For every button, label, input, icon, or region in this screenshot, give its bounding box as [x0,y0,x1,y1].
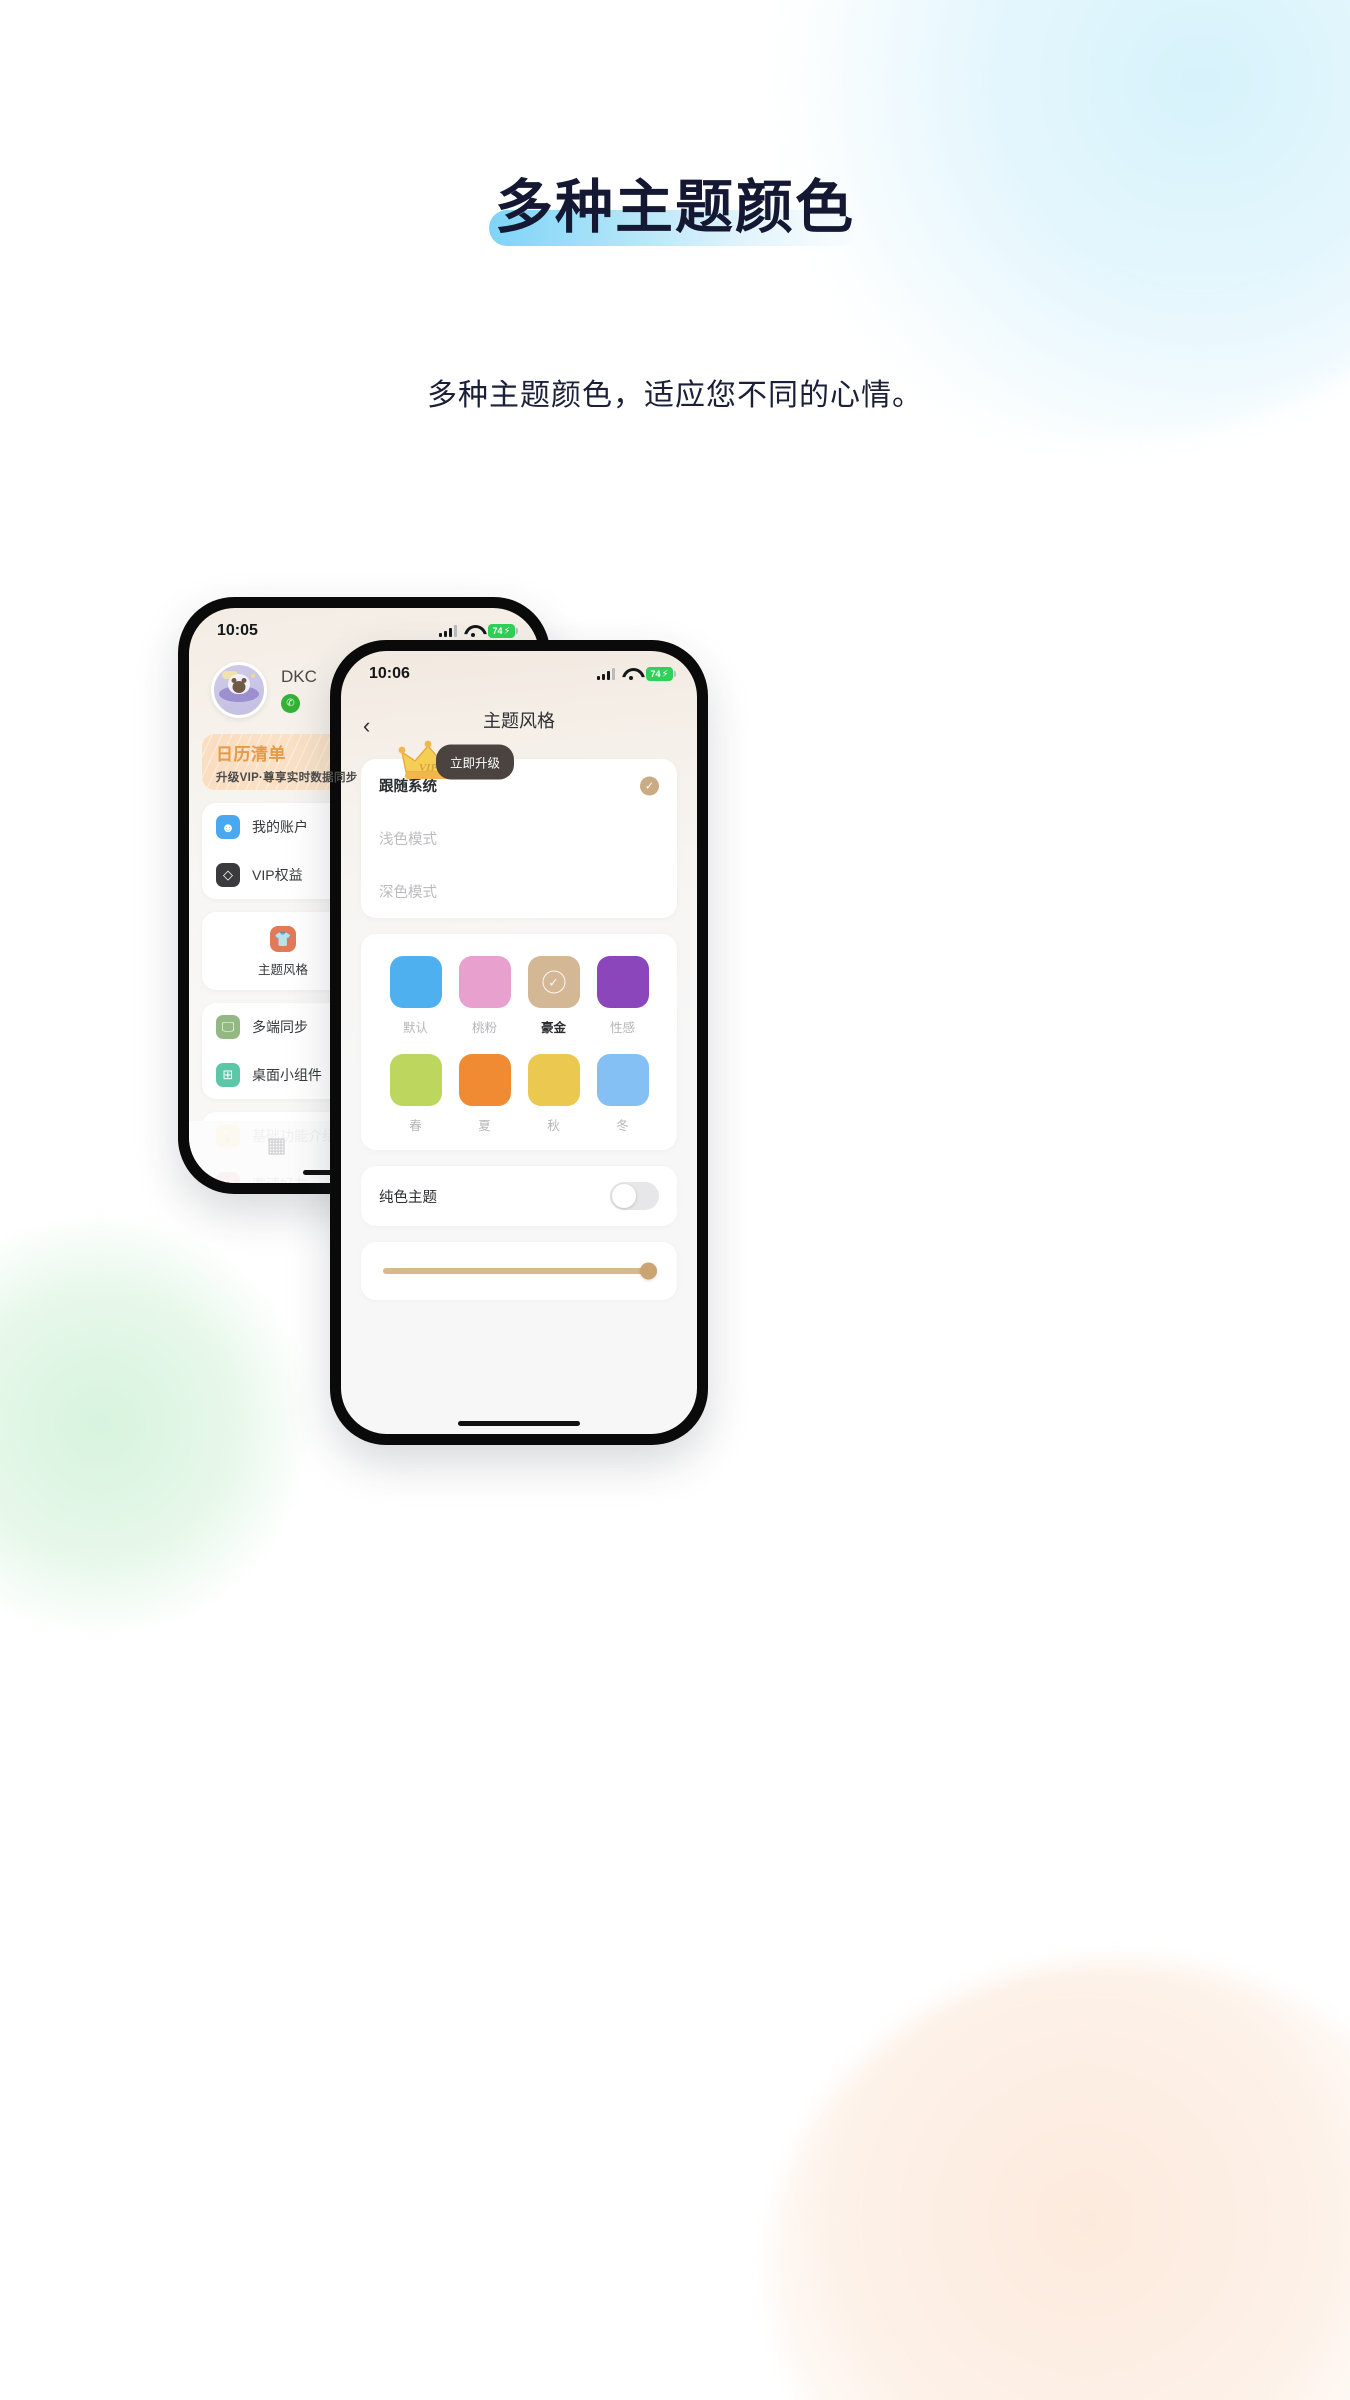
color-swatch[interactable] [596,956,649,1008]
hero-headline: 多种主题颜色 [488,160,861,246]
check-circle-icon: ✓ [542,970,565,994]
hero-headline-wrap: 多种主题颜色 [0,160,1350,246]
swatch-label-summer: 夏 [478,1119,491,1133]
menu-label-account: 我的账户 [252,819,308,835]
mode-option-light[interactable]: 浅色模式 [361,812,677,865]
swatch-cell-default[interactable]: 默认 [389,956,442,1036]
wifi-icon [464,625,481,638]
swatch-cell-spring[interactable]: 春 [389,1054,442,1134]
home-indicator-front [458,1421,580,1426]
widget-icon: ⊞ [216,1063,240,1087]
vip-banner-title: 日历清单 [216,744,286,764]
avatar-dot-icon [251,674,255,678]
nav-title: 主题风格 [483,711,555,731]
swatch-cell-peach-pink[interactable]: 桃粉 [458,956,511,1036]
color-swatch[interactable] [389,1054,442,1106]
status-indicators-back: 74 ⚡ [439,624,518,638]
wifi-icon [622,668,639,681]
battery-indicator-back: 74 ⚡ [488,624,518,638]
phone-front-device: 10:06 74 ⚡ ‹ 主题风格 跟随系统 ✓ 浅色模式 深色模式 默认 桃粉… [330,640,708,1445]
slider-row [361,1242,677,1300]
orange-blob-bottom-right [770,1960,1350,2400]
wechat-badge-icon: ✆ [281,694,300,713]
swatch-label-autumn: 秋 [547,1119,560,1133]
color-swatch[interactable] [527,1054,580,1106]
vip-banner-texts: 日历清单 升级VIP·尊享实时数据同步 [216,740,358,785]
nav-bar: ‹ 主题风格 [341,683,697,743]
color-swatch-card: 默认 桃粉 ✓ 豪金 性感 春 夏 秋 冬 [361,934,677,1150]
color-swatch-grid: 默认 桃粉 ✓ 豪金 性感 春 夏 秋 冬 [361,934,677,1150]
diamond-icon: ◇ [216,863,240,887]
swatch-cell-summer[interactable]: 夏 [458,1054,511,1134]
status-time-front: 10:06 [369,665,410,682]
tshirt-icon: 👕 [270,926,296,952]
swatch-cell-sexy[interactable]: 性感 [596,956,649,1036]
upgrade-button[interactable]: 立即升级 [435,744,514,780]
mode-option-dark[interactable]: 深色模式 [361,865,677,918]
color-swatch[interactable] [596,1054,649,1106]
swatch-label-default: 默认 [402,1021,428,1035]
battery-level-front: 74 [650,669,661,679]
tile-label-theme: 主题风格 [257,963,308,977]
toggle-knob [612,1184,636,1208]
menu-label-widget: 桌面小组件 [252,1067,322,1083]
swatch-cell-lux-gold[interactable]: ✓ 豪金 [527,956,580,1036]
profile-info: DKC ✆ [281,667,317,713]
color-swatch-selected[interactable]: ✓ [527,956,580,1008]
swatch-cell-autumn[interactable]: 秋 [527,1054,580,1134]
menu-label-multi-sync: 多端同步 [252,1019,308,1035]
signal-icon [597,668,615,680]
charging-bolt-icon: ⚡ [661,668,669,680]
phone-front-screen: 10:06 74 ⚡ ‹ 主题风格 跟随系统 ✓ 浅色模式 深色模式 默认 桃粉… [341,651,697,1434]
pure-theme-label: 纯色主题 [379,1189,437,1206]
mode-label-light: 浅色模式 [379,832,437,848]
mode-label-dark: 深色模式 [379,885,437,901]
swatch-label-peach-pink: 桃粉 [471,1021,497,1035]
hero-subtitle: 多种主题颜色，适应您不同的心情。 [427,379,923,412]
color-swatch[interactable] [458,956,511,1008]
swatch-label-lux-gold: 豪金 [540,1021,566,1035]
green-blob-left [0,1215,310,1635]
color-swatch[interactable] [458,1054,511,1106]
pure-theme-toggle[interactable] [610,1182,659,1210]
status-indicators-front: 74 ⚡ [597,667,676,681]
charging-bolt-icon: ⚡ [503,625,511,637]
swatch-label-spring: 春 [409,1119,422,1133]
svg-text:VIP: VIP [419,762,438,774]
slider-knob[interactable] [640,1262,657,1280]
pure-theme-card: 纯色主题 [361,1166,677,1226]
page-title: 多种主题颜色 [494,173,855,241]
battery-indicator-front: 74 ⚡ [646,667,676,681]
vip-banner-subtitle: 升级VIP·尊享实时数据同步 [216,771,358,784]
status-bar-front: 10:06 74 ⚡ [341,651,697,683]
monitor-sync-icon: 🖵 [216,1015,240,1039]
avatar-bear-icon [231,678,247,693]
swatch-label-sexy: 性感 [609,1021,635,1035]
profile-name: DKC [281,667,317,686]
slider-card [361,1242,677,1300]
battery-level-back: 74 [492,626,503,636]
user-circle-icon: ☻ [216,815,240,839]
color-swatch[interactable] [389,956,442,1008]
status-bar-back: 10:05 74 ⚡ [189,608,539,640]
theme-slider[interactable] [383,1262,657,1280]
swatch-label-winter: 冬 [616,1119,629,1133]
check-circle-icon: ✓ [640,776,659,795]
avatar[interactable] [211,662,267,718]
status-time-back: 10:05 [217,622,258,639]
signal-icon [439,625,457,637]
pure-theme-row[interactable]: 纯色主题 [361,1166,677,1226]
swatch-cell-winter[interactable]: 冬 [596,1054,649,1134]
menu-label-vip: VIP权益 [252,867,303,883]
